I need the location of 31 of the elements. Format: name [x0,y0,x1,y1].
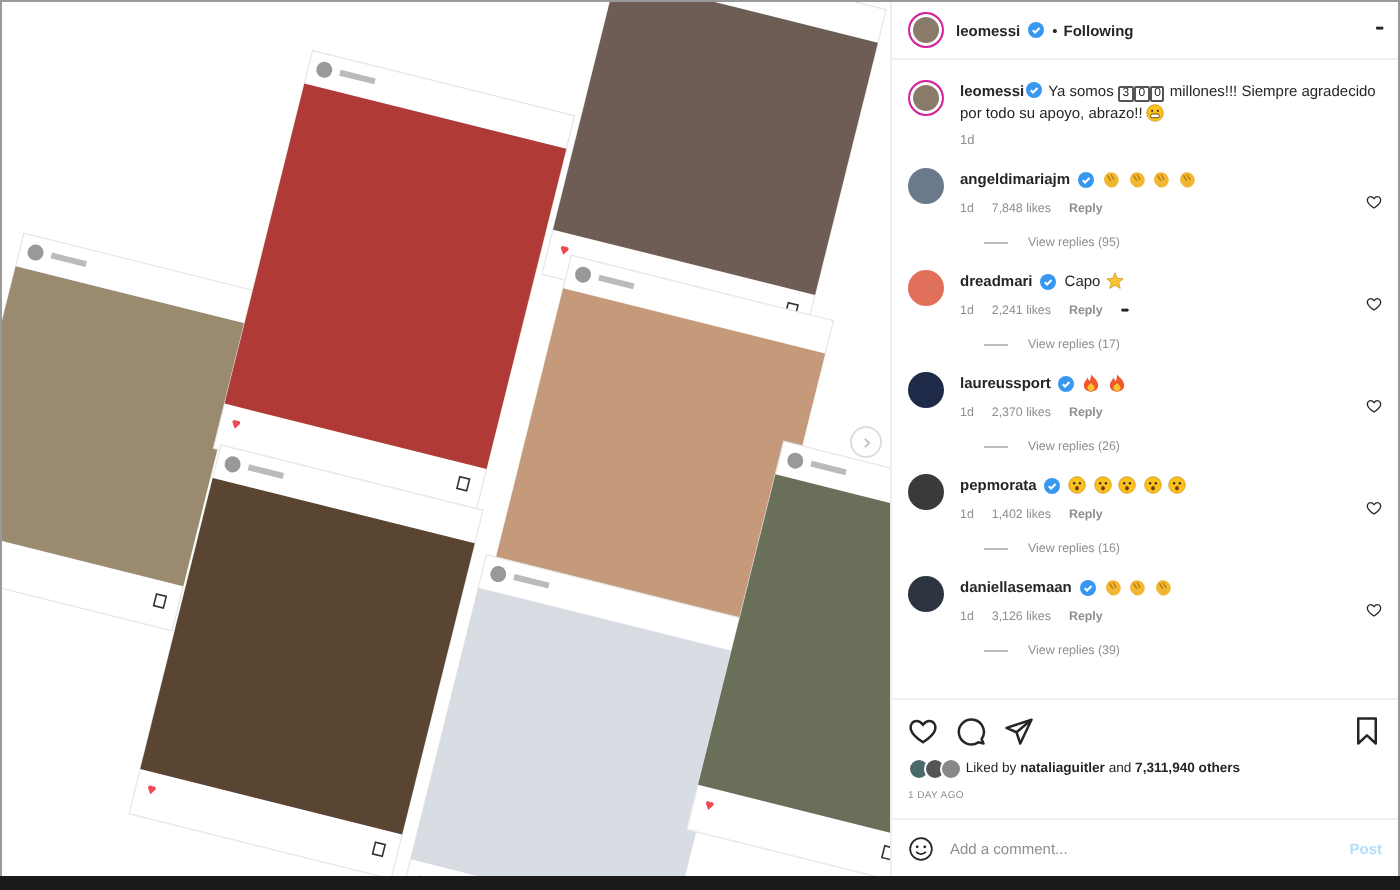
clapping-hands-emoji-icon [1152,170,1171,188]
like-heart-icon[interactable] [1366,500,1382,516]
clapping-hands-emoji-icon [1128,578,1147,596]
grinning-face-emoji-icon [1146,104,1165,122]
comment-icon[interactable] [956,716,986,746]
star-emoji-icon [1106,272,1125,290]
like-heart-icon[interactable] [1366,194,1382,210]
like-heart-icon[interactable] [1366,296,1382,312]
clapping-hands-emoji-icon [1127,170,1146,188]
astonished-face-emoji-icon [1143,476,1162,494]
astonished-face-emoji-icon [1093,476,1112,494]
like-heart-icon[interactable] [1366,398,1382,414]
smiley-icon[interactable] [908,835,934,861]
like-heart-icon[interactable] [908,716,938,746]
liker-avatars [908,758,956,780]
clapping-hands-emoji-icon [1103,578,1122,596]
avatar[interactable] [908,474,944,510]
astonished-face-emoji-icon [1118,476,1137,494]
like-heart-icon[interactable] [1366,602,1382,618]
fire-emoji-icon [1107,374,1126,392]
astonished-face-emoji-icon [1168,476,1187,494]
avatar[interactable] [908,372,944,408]
avatar[interactable] [908,576,944,612]
clapping-hands-emoji-icon [1102,170,1121,188]
fire-emoji-icon [1082,374,1101,392]
send-icon[interactable] [1004,716,1034,746]
clapping-hands-emoji-icon [1177,170,1196,188]
bookmark-icon[interactable] [1352,716,1382,746]
chevron-right-icon [859,435,873,449]
clapping-hands-emoji-icon [1153,578,1172,596]
astonished-face-emoji-icon [1068,476,1087,494]
